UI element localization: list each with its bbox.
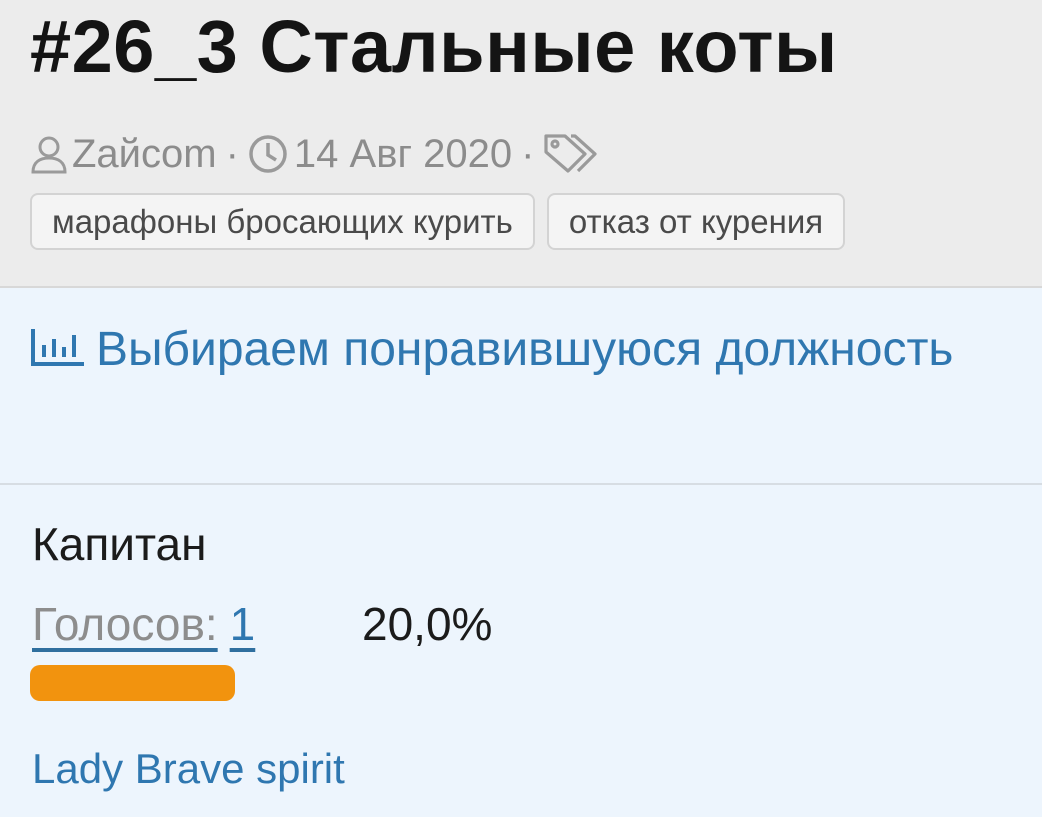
option-label: Капитан (32, 518, 207, 570)
poll-option: Капитан Голосов: 1 20,0% Lady Brave spiri… (0, 487, 1042, 817)
tag-item[interactable]: отказ от курения (546, 193, 846, 250)
vote-percent: 20,0% (362, 598, 493, 650)
tag-list: марафоны бросающих курить отказ от курен… (30, 193, 846, 250)
tags-icon (543, 132, 601, 176)
tag-item[interactable]: марафоны бросающих курить (30, 193, 535, 250)
poll-title: Выбираем понравившуюся должность (30, 310, 1020, 390)
thread-header: #26_3 Стальные коты Zaйcom · 14 Авг 2020… (0, 0, 1042, 288)
votes-label: Голосов: (32, 598, 218, 650)
vote-bar-fill (30, 665, 235, 701)
bar-chart-icon (30, 323, 96, 376)
voter-link[interactable]: Lady Brave spirit (32, 745, 345, 793)
meta-separator: · (225, 131, 239, 176)
page-title: #26_3 Стальные коты (30, 5, 838, 88)
poll-header: Выбираем понравившуюся должность (0, 290, 1042, 485)
votes-count: 1 (229, 598, 256, 650)
thread-meta: Zaйcom · 14 Авг 2020 · (30, 130, 601, 178)
author-link[interactable]: Zaйcom (72, 132, 217, 177)
meta-separator: · (521, 131, 535, 176)
clock-icon (248, 134, 288, 174)
poll-title-text: Выбираем понравившуюся должность (96, 323, 954, 376)
votes-link[interactable]: Голосов: 1 (32, 597, 271, 651)
post-date[interactable]: 14 Авг 2020 (294, 132, 512, 177)
user-icon (30, 134, 68, 174)
vote-bar (30, 665, 235, 701)
